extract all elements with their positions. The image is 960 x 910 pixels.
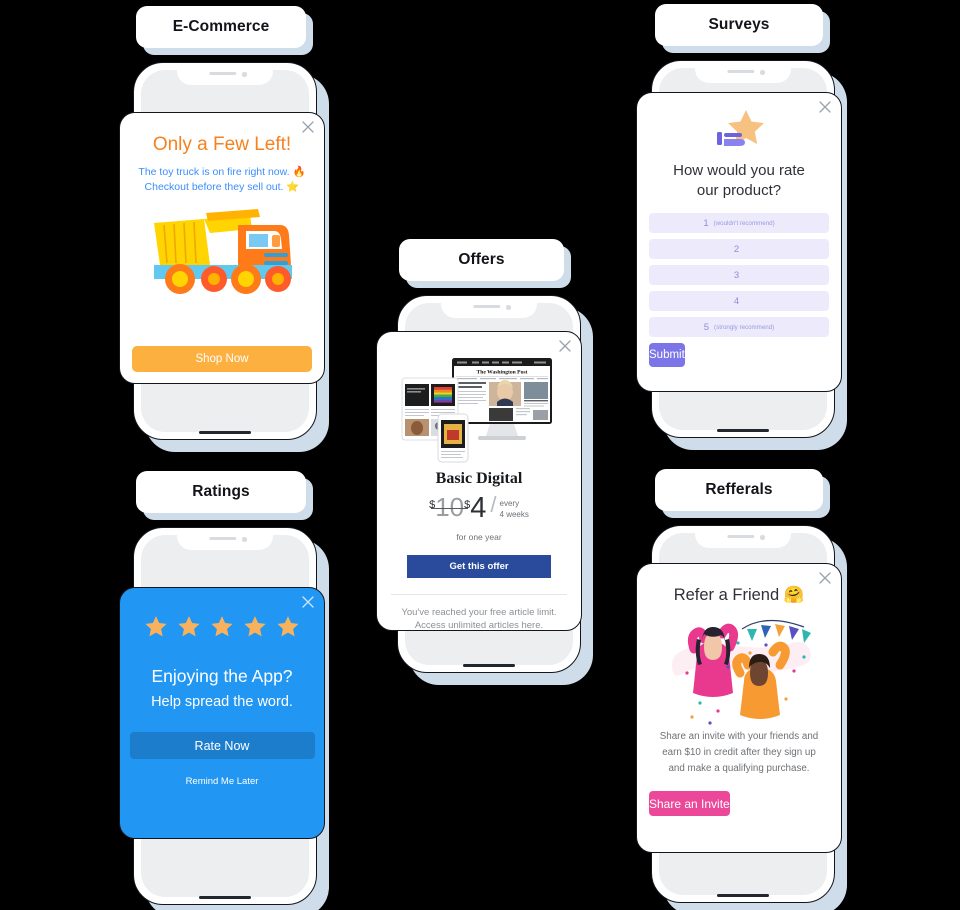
offer-period-line1: every xyxy=(499,499,520,508)
star-icon xyxy=(178,616,200,637)
phone-camera-icon xyxy=(242,537,247,542)
star-icon xyxy=(145,616,167,637)
survey-option-number: 3 xyxy=(733,269,740,281)
tab-surveys-label: Surveys xyxy=(708,16,770,33)
tab-offers-label: Offers xyxy=(458,251,505,268)
phone-speaker-icon xyxy=(209,537,237,541)
phone-camera-icon xyxy=(506,305,511,310)
survey-option-note: (strongly recommend) xyxy=(714,323,775,331)
close-icon[interactable] xyxy=(818,571,832,585)
ecommerce-group: E-Commerce Only a Few Left! The toy truc… xyxy=(0,0,350,450)
phone-speaker-icon xyxy=(473,305,501,309)
ratings-title: Enjoying the App? xyxy=(151,666,293,686)
survey-option-3[interactable]: 3 xyxy=(649,265,829,285)
referral-body-line1: Share an invite with your friends and xyxy=(659,731,819,742)
tab-ratings-label: Ratings xyxy=(192,483,250,500)
screenshot-canvas: E-Commerce Only a Few Left! The toy truc… xyxy=(0,0,960,910)
survey-option-5[interactable]: 5 (strongly recommend) xyxy=(649,317,829,337)
phone-speaker-icon xyxy=(727,70,755,74)
survey-option-number: 4 xyxy=(733,295,740,307)
surveys-group: Surveys How would you rate our product? … xyxy=(620,0,960,450)
offer-price-row: $ 10 $ 4 / every 4 weeks xyxy=(377,494,581,523)
star-icon xyxy=(211,616,233,637)
tab-ratings[interactable]: Ratings xyxy=(136,471,306,513)
ecommerce-subtitle: The toy truck is on fire right now. 🔥 Ch… xyxy=(120,165,324,195)
phone-home-indicator xyxy=(199,896,251,899)
tab-offers[interactable]: Offers xyxy=(399,239,564,281)
tab-ecommerce[interactable]: E-Commerce xyxy=(136,6,306,48)
survey-option-note: (wouldn't recommend) xyxy=(713,219,775,227)
referral-title: Refer a Friend 🤗 xyxy=(673,586,805,604)
rate-now-button[interactable]: Rate Now xyxy=(129,732,315,759)
close-icon[interactable] xyxy=(301,595,315,609)
offer-term: for one year xyxy=(456,532,502,542)
toy-dump-truck-image xyxy=(120,199,324,303)
svg-text:The Washington Post: The Washington Post xyxy=(477,370,528,376)
survey-option-1[interactable]: 1 (wouldn't recommend) xyxy=(649,213,829,233)
phone-camera-icon xyxy=(242,72,247,77)
ecommerce-subtitle-line2: Checkout before they sell out. ⭐ xyxy=(144,181,300,193)
referral-body-line3: and make a qualifying purchase. xyxy=(668,763,810,774)
close-icon[interactable] xyxy=(818,100,832,114)
submit-button[interactable]: Submit xyxy=(649,343,685,367)
offers-modal: The Washington Post Basic Digital $ 10 $… xyxy=(376,331,582,631)
washington-post-devices-image: The Washington Post xyxy=(377,350,581,466)
price-slash-divider: / xyxy=(490,492,497,517)
shop-now-button[interactable]: Shop Now xyxy=(132,346,312,372)
ecommerce-subtitle-line1: The toy truck is on fire right now. 🔥 xyxy=(138,166,306,178)
surveys-modal: How would you rate our product? 1 (would… xyxy=(636,92,842,392)
remind-me-later-link[interactable]: Remind Me Later xyxy=(120,776,324,787)
survey-option-number: 1 xyxy=(703,217,709,229)
get-this-offer-button[interactable]: Get this offer xyxy=(407,555,551,578)
offers-group: Offers The Washington Post Basic Digital… xyxy=(370,233,600,683)
tab-referrals[interactable]: Refferals xyxy=(655,469,823,511)
tab-ecommerce-label: E-Commerce xyxy=(172,18,270,35)
celebrating-people-illustration xyxy=(637,609,841,727)
share-an-invite-button[interactable]: Share an Invite xyxy=(649,791,730,816)
offer-period: every 4 weeks xyxy=(500,498,529,520)
close-icon[interactable] xyxy=(301,120,315,134)
ecommerce-title: Only a Few Left! xyxy=(152,134,292,155)
offer-divider xyxy=(391,594,567,595)
survey-question-line2: our product? xyxy=(696,182,782,199)
survey-option-number: 5 xyxy=(703,321,710,333)
tab-surveys[interactable]: Surveys xyxy=(655,4,823,46)
phone-home-indicator xyxy=(717,894,769,897)
offer-footer-line1: You've reached your free article limit. xyxy=(401,607,557,618)
survey-option-4[interactable]: 4 xyxy=(649,291,829,311)
close-icon[interactable] xyxy=(558,339,572,353)
hand-holding-star-icon xyxy=(637,108,841,152)
star-icon xyxy=(277,616,299,637)
phone-camera-icon xyxy=(760,70,765,75)
ratings-modal: Enjoying the App? Help spread the word. … xyxy=(119,587,325,839)
offer-plan-title: Basic Digital xyxy=(435,470,523,487)
phone-home-indicator xyxy=(463,664,515,667)
referrals-group: Refferals Refer a Friend 🤗 Share an invi… xyxy=(620,465,960,910)
referrals-modal: Refer a Friend 🤗 Share an invite with yo… xyxy=(636,563,842,853)
survey-question: How would you rate our product? xyxy=(637,161,841,201)
offer-footer-text: You've reached your free article limit. … xyxy=(377,606,581,631)
survey-option-number: 2 xyxy=(733,243,740,255)
phone-home-indicator xyxy=(199,431,251,434)
star-icon xyxy=(244,616,266,637)
tab-referrals-label: Refferals xyxy=(705,481,773,498)
survey-question-line1: How would you rate xyxy=(673,162,805,179)
survey-options-list: 1 (wouldn't recommend) 2 3 4 5 (strongly… xyxy=(649,213,829,337)
offer-period-line2: 4 weeks xyxy=(499,510,529,519)
old-price-value: 10 xyxy=(431,492,469,522)
new-price-value: 4 xyxy=(470,492,487,524)
phone-home-indicator xyxy=(717,429,769,432)
ecommerce-modal: Only a Few Left! The toy truck is on fir… xyxy=(119,112,325,384)
phone-speaker-icon xyxy=(727,535,755,539)
referral-body-line2: earn $10 in credit after they sign up xyxy=(662,747,816,758)
ratings-group: Ratings Enjoying the App? Help spread th… xyxy=(0,465,350,910)
offer-footer-line2: Access unlimited articles here. xyxy=(414,620,544,631)
star-rating-display xyxy=(120,614,324,640)
ratings-subtitle: Help spread the word. xyxy=(151,694,293,710)
survey-option-2[interactable]: 2 xyxy=(649,239,829,259)
referral-body-text: Share an invite with your friends and ea… xyxy=(651,729,827,777)
phone-camera-icon xyxy=(760,535,765,540)
phone-speaker-icon xyxy=(209,72,237,76)
